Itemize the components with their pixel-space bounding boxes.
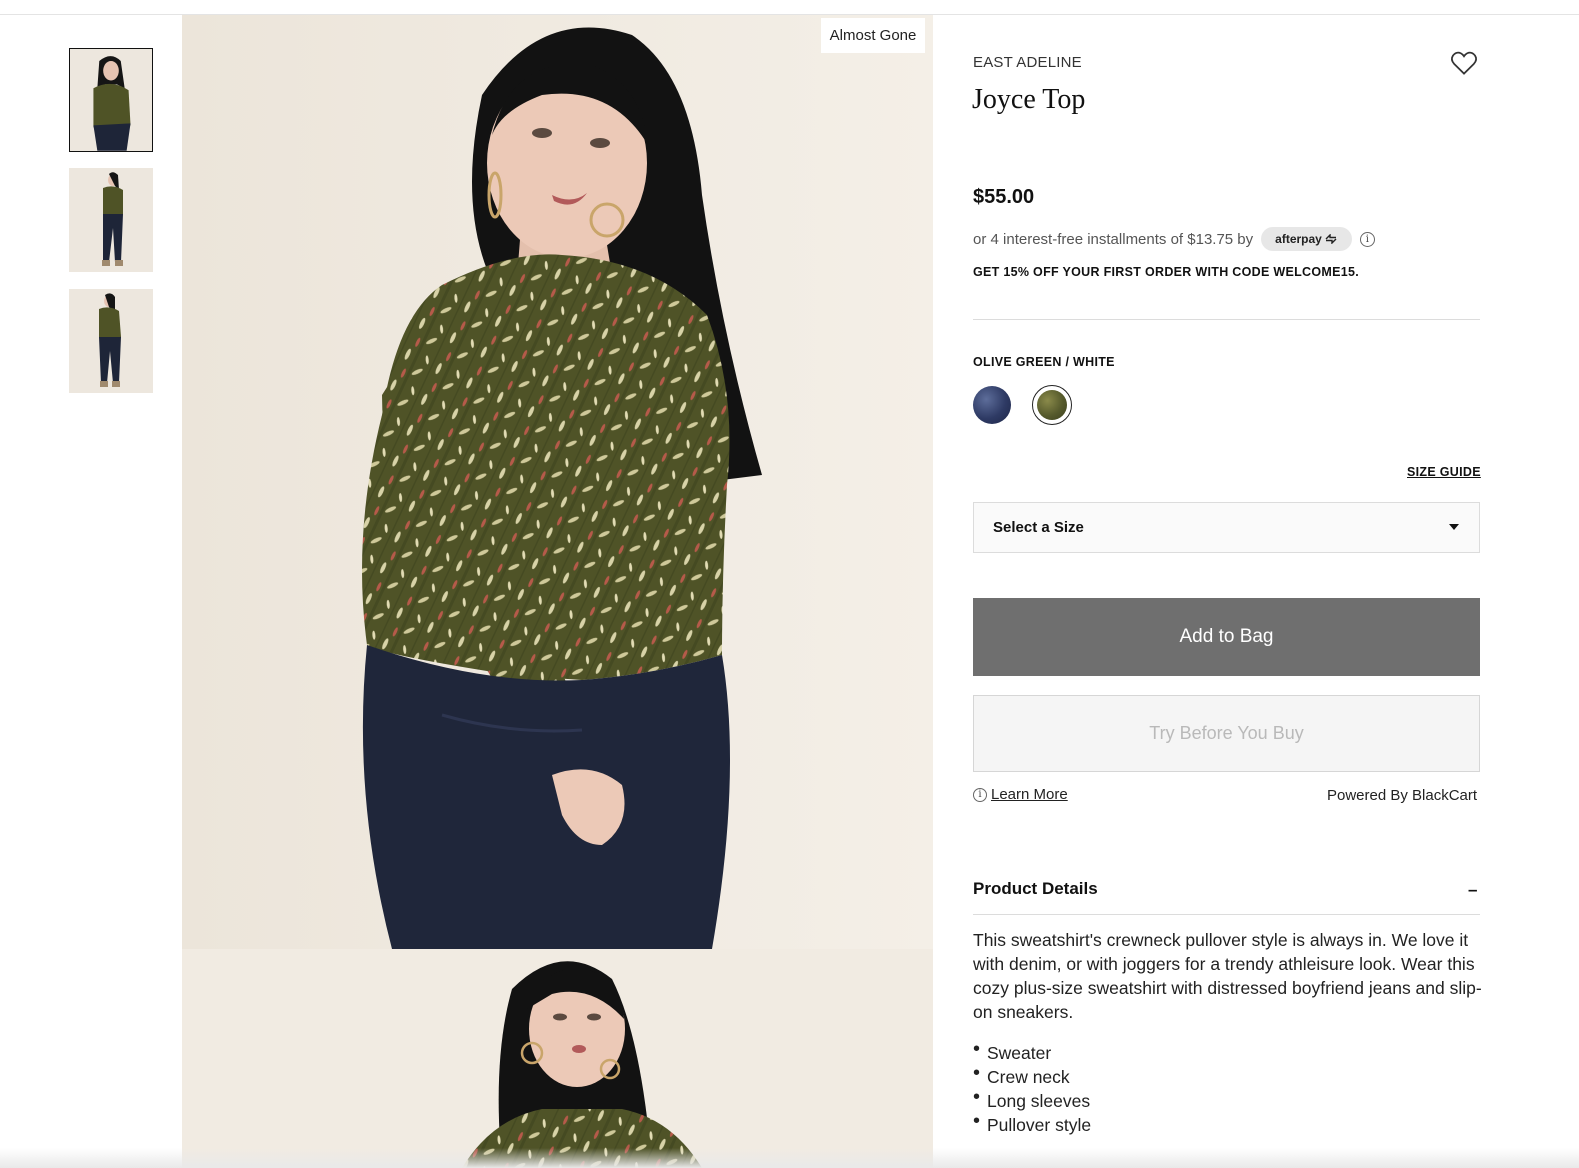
divider — [973, 914, 1480, 915]
color-swatch-olive[interactable] — [1037, 390, 1067, 420]
installments-row: or 4 interest-free installments of $13.7… — [973, 226, 1375, 252]
brand-name[interactable]: EAST ADELINE — [973, 54, 1082, 71]
divider — [973, 319, 1480, 320]
product-title: Joyce Top — [972, 84, 1086, 115]
selected-color-label: OLIVE GREEN / WHITE — [973, 355, 1115, 369]
feature-item: Sweater — [973, 1041, 1091, 1065]
thumbnail-full[interactable] — [69, 168, 153, 272]
learn-more-link[interactable]: Learn More — [991, 786, 1068, 803]
secondary-product-image[interactable] — [182, 949, 933, 1168]
almost-gone-badge: Almost Gone — [821, 18, 925, 53]
thumbnail-side-image — [69, 289, 153, 393]
collapse-toggle-icon[interactable]: – — [1468, 880, 1477, 900]
afterpay-logo-icon — [1325, 234, 1337, 244]
installments-text: or 4 interest-free installments of $13.7… — [973, 230, 1254, 248]
thumbnail-front[interactable] — [69, 48, 153, 152]
model-photo-2 — [182, 949, 933, 1168]
info-icon: i — [973, 787, 987, 802]
feature-item: Long sleeves — [973, 1089, 1091, 1113]
learn-more-row: i Learn More — [973, 786, 1068, 803]
model-photo — [182, 15, 933, 949]
caret-down-icon — [1449, 524, 1459, 530]
info-icon[interactable]: i — [1359, 231, 1375, 247]
try-before-you-buy-button[interactable]: Try Before You Buy — [973, 695, 1480, 772]
product-page: Almost Gone EAST ADELINE Joyce Top $55.0… — [0, 0, 1579, 1168]
color-swatch-navy[interactable] — [973, 386, 1011, 424]
thumbnail-side[interactable] — [69, 289, 153, 393]
size-select-dropdown[interactable]: Select a Size — [973, 502, 1480, 553]
product-price: $55.00 — [973, 186, 1035, 208]
powered-by-text: Powered By BlackCart — [1327, 787, 1478, 804]
thumbnail-front-image — [70, 49, 152, 151]
product-details-heading[interactable]: Product Details — [973, 879, 1098, 899]
size-guide-link[interactable]: SIZE GUIDE — [1407, 465, 1481, 479]
feature-item: Pullover style — [973, 1113, 1091, 1137]
feature-item: Crew neck — [973, 1065, 1091, 1089]
afterpay-label: afterpay — [1275, 232, 1322, 246]
product-features-list: Sweater Crew neck Long sleeves Pullover … — [973, 1041, 1091, 1137]
main-product-image[interactable] — [182, 15, 933, 949]
heart-icon[interactable] — [1449, 48, 1479, 78]
product-description: This sweatshirt's crewneck pullover styl… — [973, 930, 1482, 1022]
promo-banner: GET 15% OFF YOUR FIRST ORDER WITH CODE W… — [973, 265, 1360, 279]
size-select-label: Select a Size — [993, 519, 1084, 536]
add-to-bag-button[interactable]: Add to Bag — [973, 598, 1480, 676]
thumbnail-full-image — [69, 168, 153, 272]
afterpay-badge[interactable]: afterpay — [1261, 227, 1352, 251]
